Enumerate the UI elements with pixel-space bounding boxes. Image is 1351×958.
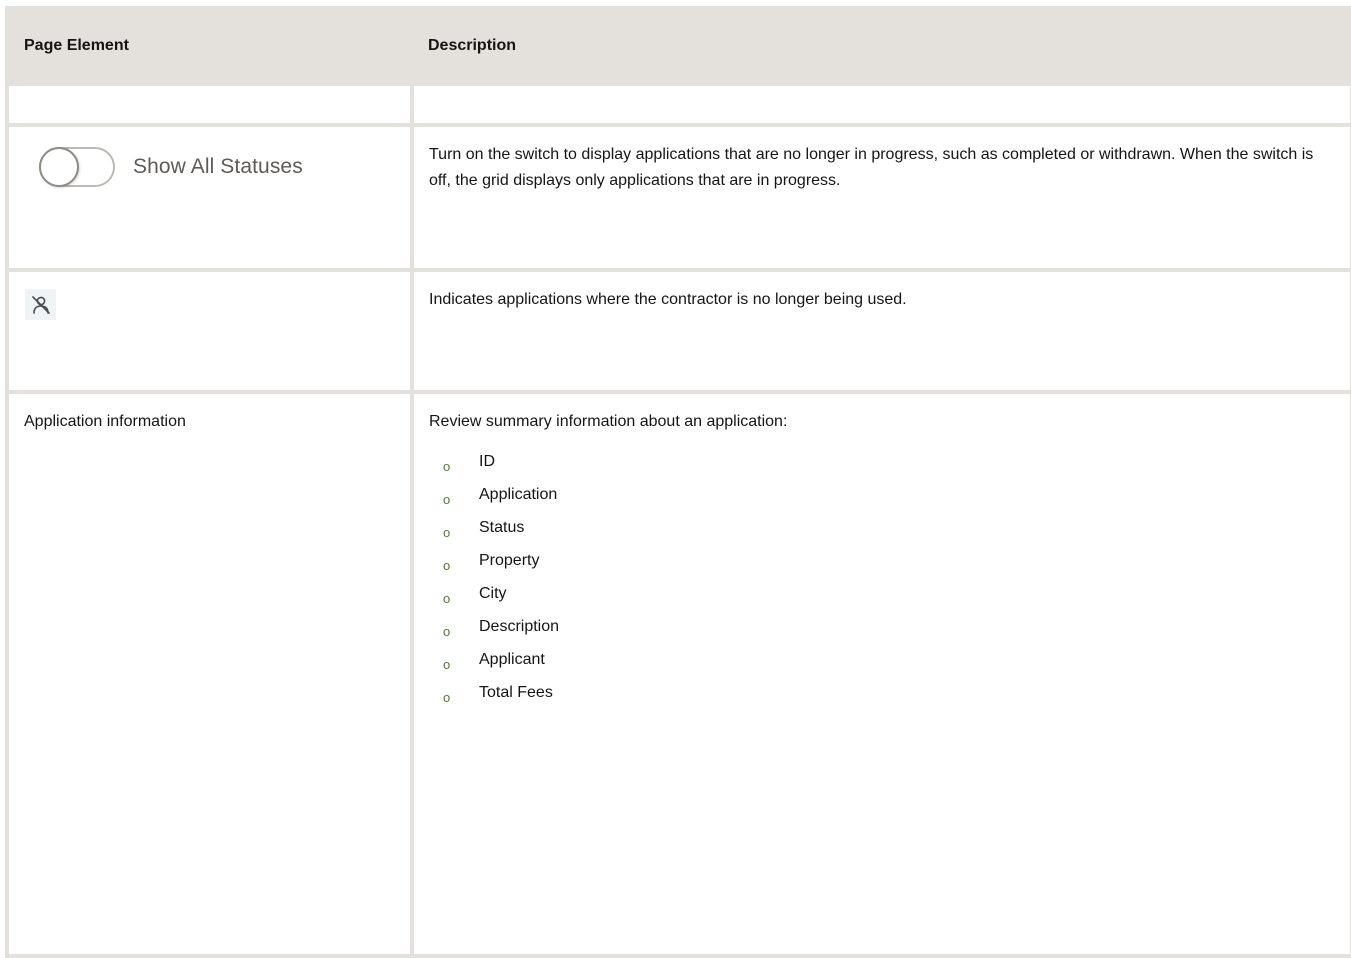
bullet-icon: o bbox=[443, 558, 451, 573]
table-row-contractor-icon: Indicates applications where the contrac… bbox=[5, 268, 1351, 394]
list-item: o Status bbox=[429, 515, 1332, 548]
icon-element-cell bbox=[5, 268, 414, 394]
icon-description: Indicates applications where the contrac… bbox=[429, 291, 907, 308]
empty-description-cell bbox=[410, 82, 1351, 127]
toggle-element-cell: Show All Statuses bbox=[5, 123, 414, 272]
list-item: o Applicant bbox=[429, 647, 1332, 680]
header-description: Description bbox=[410, 6, 1351, 86]
application-fields-list: o ID o Application o Status o Property o City… bbox=[429, 449, 1332, 713]
list-item: o Total Fees bbox=[429, 680, 1332, 713]
icon-description-cell: Indicates applications where the contrac… bbox=[410, 268, 1351, 394]
toggle-switch-knob bbox=[39, 147, 79, 187]
table-row-empty bbox=[5, 82, 1351, 127]
show-all-statuses-toggle: Show All Statuses bbox=[39, 147, 392, 187]
list-item: o Application bbox=[429, 482, 1332, 515]
bullet-icon: o bbox=[443, 591, 451, 606]
application-information-label: Application information bbox=[24, 413, 186, 430]
bullet-icon: o bbox=[443, 492, 451, 507]
bullet-icon: o bbox=[443, 690, 451, 705]
contractor-not-used-icon bbox=[25, 289, 56, 320]
bullet-icon: o bbox=[443, 525, 451, 540]
list-item: o Property bbox=[429, 548, 1332, 581]
list-item: o ID bbox=[429, 449, 1332, 482]
page-elements-table: Page Element Description Show All Status… bbox=[5, 6, 1351, 958]
header-page-element: Page Element bbox=[5, 6, 414, 86]
toggle-description: Turn on the switch to display applicatio… bbox=[429, 146, 1314, 189]
table-header-row: Page Element Description bbox=[5, 6, 1351, 86]
list-item: o Description bbox=[429, 614, 1332, 647]
list-item: o City bbox=[429, 581, 1332, 614]
table-row-application-information: Application information Review summary i… bbox=[5, 390, 1351, 958]
empty-element-cell bbox=[5, 82, 414, 127]
info-description-cell: Review summary information about an appl… bbox=[410, 390, 1351, 958]
toggle-description-cell: Turn on the switch to display applicatio… bbox=[410, 123, 1351, 272]
bullet-icon: o bbox=[443, 459, 451, 474]
info-element-cell: Application information bbox=[5, 390, 414, 958]
bullet-icon: o bbox=[443, 657, 451, 672]
bullet-icon: o bbox=[443, 624, 451, 639]
table-row-show-all-statuses: Show All Statuses Turn on the switch to … bbox=[5, 123, 1351, 272]
toggle-label: Show All Statuses bbox=[133, 155, 303, 178]
application-information-intro: Review summary information about an appl… bbox=[429, 413, 788, 430]
toggle-switch-track bbox=[39, 147, 115, 187]
